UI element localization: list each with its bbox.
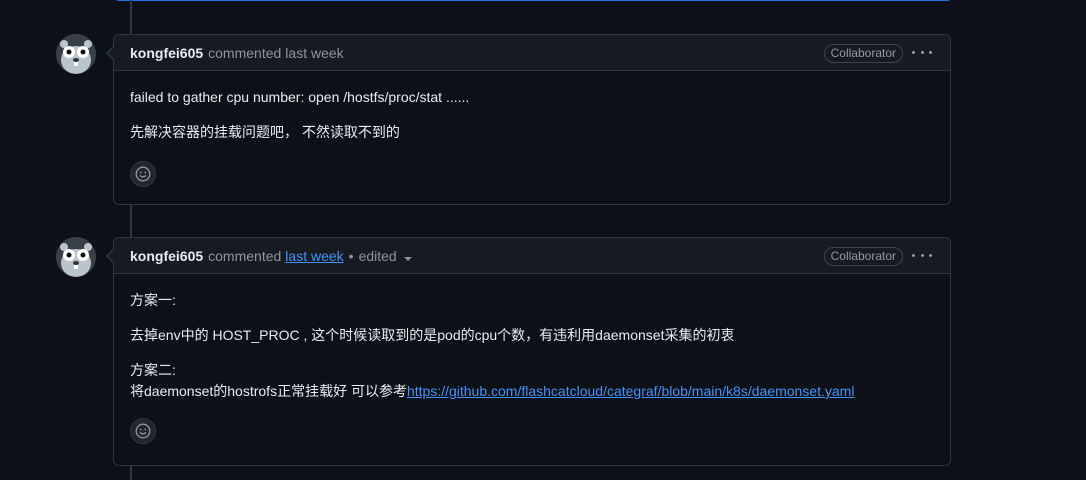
comment-header: kongfei605 commented last week • edited …	[114, 238, 950, 274]
collaborator-badge: Collaborator	[823, 247, 903, 266]
timeline-line	[130, 205, 132, 237]
add-reaction-button[interactable]	[130, 161, 156, 187]
comment-time[interactable]: last week	[285, 45, 343, 61]
plan-two-heading: 方案二:	[130, 362, 176, 378]
timeline-line	[130, 466, 132, 480]
kebab-horizontal-icon[interactable]	[912, 44, 932, 60]
comment-paragraph: 先解决容器的挂载问题吧， 不然读取不到的	[130, 124, 400, 140]
author-name[interactable]: kongfei605	[130, 248, 203, 264]
edited-dropdown[interactable]: edited	[359, 248, 412, 264]
daemonset-yaml-link[interactable]: https://github.com/flashcatcloud/categra…	[407, 383, 854, 399]
separator: •	[348, 247, 354, 264]
comment-header: kongfei605 commented last week Collabora…	[114, 35, 950, 71]
author-avatar[interactable]	[56, 237, 96, 277]
previous-comment-edge	[113, 0, 953, 1]
comment-time-link[interactable]: last week	[285, 248, 343, 264]
edited-label: edited	[358, 247, 397, 264]
comment-box: kongfei605 commented last week • edited …	[106, 237, 951, 466]
comment-paragraph: 方案一:	[130, 292, 176, 308]
comment-body: failed to gather cpu number: open /hostf…	[114, 71, 950, 203]
timeline-line	[130, 0, 132, 34]
comment-paragraph: failed to gather cpu number: open /hostf…	[130, 89, 470, 105]
add-reaction-button[interactable]	[130, 418, 156, 444]
gopher-avatar-icon	[56, 237, 96, 277]
smiley-icon	[135, 423, 151, 439]
comment-paragraph: 去掉env中的 HOST_PROC , 这个时候读取到的是pod的cpu个数，有…	[130, 327, 735, 343]
gopher-avatar-icon	[56, 34, 96, 74]
comment-paragraph: 方案二: 将daemonset的hostrofs正常挂载好 可以参考https:…	[130, 360, 934, 402]
plan-two-text: 将daemonset的hostrofs正常挂载好 可以参考	[130, 383, 407, 399]
comment-action: commented	[208, 44, 282, 61]
comment-body: 方案一: 去掉env中的 HOST_PROC , 这个时候读取到的是pod的cp…	[114, 274, 950, 460]
smiley-icon	[135, 166, 151, 182]
triangle-down-icon	[403, 256, 412, 261]
author-avatar[interactable]	[56, 34, 96, 74]
collaborator-badge: Collaborator	[823, 44, 903, 63]
comment-box: kongfei605 commented last week Collabora…	[106, 34, 951, 205]
author-name[interactable]: kongfei605	[130, 45, 203, 61]
comment-action: commented	[208, 247, 282, 264]
kebab-horizontal-icon[interactable]	[912, 247, 932, 263]
